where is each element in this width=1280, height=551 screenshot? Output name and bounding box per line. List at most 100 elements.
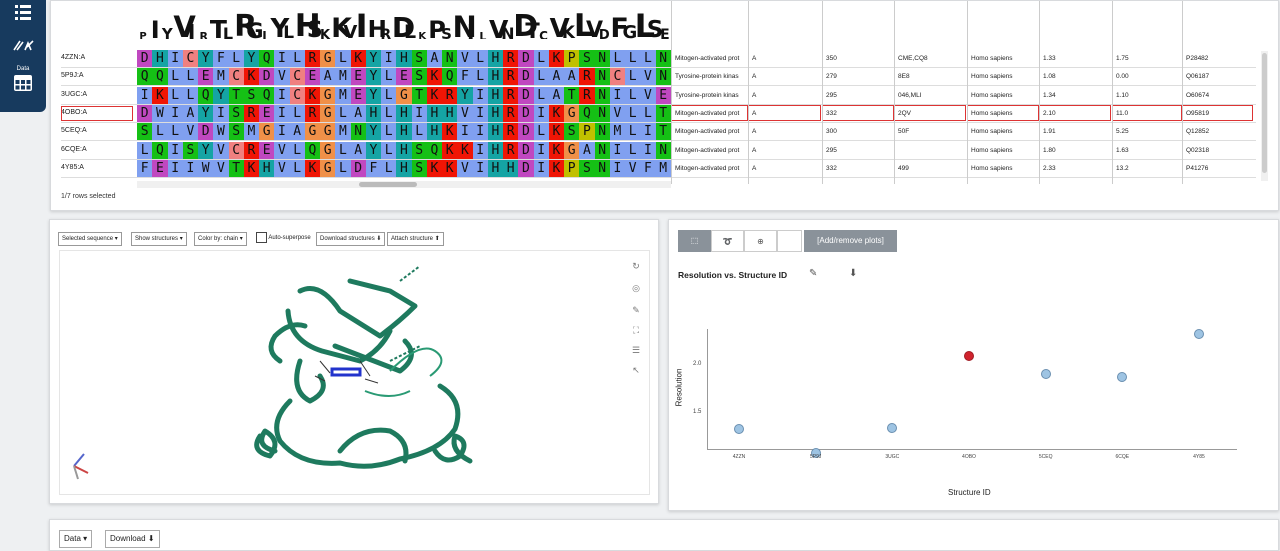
residue: N	[595, 68, 610, 85]
sequence-row[interactable]: IKLLQYTSQICKGMEYLGTKRYIHRDLATRNILVENENRV…	[137, 87, 671, 104]
residue: I	[610, 160, 625, 177]
cell-organism: Homo sapiens	[967, 87, 1039, 104]
sequence-row[interactable]: LQISYVCREVLQGLAYLHSQKKIHRDIKGANILINDAGEV…	[137, 142, 671, 159]
x-tick-label: 4Y85	[1193, 454, 1205, 460]
residue: L	[290, 105, 305, 122]
residue: L	[381, 87, 396, 104]
residue: Y	[457, 87, 472, 104]
residue: F	[137, 160, 152, 177]
residue: K	[549, 142, 564, 159]
residue: E	[259, 105, 274, 122]
tools-icon	[12, 38, 34, 54]
residue: L	[168, 87, 183, 104]
residue: W	[152, 105, 167, 122]
residue: G	[320, 105, 335, 122]
logo-letter: N	[453, 13, 465, 42]
residue: M	[244, 123, 259, 140]
logo-letter: R	[234, 12, 246, 42]
sidebar-data-button[interactable]: Data	[0, 66, 46, 94]
cell-length: 295	[822, 87, 894, 104]
residue: Y	[366, 87, 381, 104]
row-id[interactable]: 4Y85:A	[61, 164, 136, 171]
residue: S	[137, 123, 152, 140]
residue: V	[457, 105, 472, 122]
sequence-row[interactable]: QQLLEMCKDVCEAMEYLESKQFLHRDLAARNCLVNDQGVV…	[137, 68, 671, 85]
color-by-dropdown[interactable]: Color by: chain ▾	[194, 232, 247, 246]
residue: H	[366, 105, 381, 122]
reset-view-icon[interactable]: ↻	[629, 259, 643, 273]
selected-sequence-dropdown[interactable]: Selected sequence ▾	[58, 232, 122, 246]
residue: D	[518, 87, 533, 104]
data-point-4obo[interactable]	[964, 351, 974, 361]
download-icon: ⬇	[376, 236, 381, 242]
residue: N	[351, 123, 366, 140]
download-structures-label: Download structures	[320, 236, 375, 242]
residue: S	[579, 160, 594, 177]
residue: Q	[259, 50, 274, 67]
data-point-5ceq[interactable]	[1041, 369, 1051, 379]
show-structures-dropdown[interactable]: Show structures ▾	[131, 232, 187, 246]
sequence-row[interactable]: DWIAYISREILRGLAHLHIHHVIHRDIKGQNVLLTENAEV…	[137, 105, 671, 122]
data-point-4zzn[interactable]	[734, 424, 744, 434]
cell-protein: Mitogen-activated prot	[671, 160, 748, 177]
residue: K	[427, 87, 442, 104]
sidebar-list-button[interactable]	[0, 3, 46, 23]
row-id[interactable]: 5P9J:A	[61, 72, 136, 79]
fullscreen-icon[interactable]: ⛶	[629, 323, 643, 337]
residue: L	[625, 68, 640, 85]
row-id[interactable]: 5CEQ:A	[61, 127, 136, 134]
pointer-icon[interactable]: ↖	[629, 363, 643, 377]
row-id[interactable]: 6CQE:A	[61, 146, 136, 153]
data-point-4y85[interactable]	[1194, 329, 1204, 339]
residue: Y	[213, 87, 228, 104]
residue: Y	[198, 50, 213, 67]
attach-structure-label: Attach structure	[391, 236, 433, 242]
residue: S	[412, 142, 427, 159]
y-tick-label: 2.0	[693, 361, 701, 367]
residue: W	[198, 160, 213, 177]
residue: V	[274, 68, 289, 85]
residue: E	[152, 160, 167, 177]
column-divider	[671, 1, 672, 184]
data-point-6cqe[interactable]	[1117, 372, 1127, 382]
residue: E	[396, 68, 411, 85]
attach-structure-button[interactable]: Attach structure ⬆	[387, 232, 444, 246]
auto-superpose-checkbox[interactable]: Auto-superpose	[256, 232, 311, 244]
sequence-row[interactable]: DHICYFLYQILRGLKYIHSANVLHRDLKPSNLLLNTTCDL…	[137, 50, 671, 67]
download-button[interactable]: Download ⬇	[105, 530, 160, 548]
column-divider	[748, 1, 749, 184]
selected-row-outline	[61, 106, 133, 121]
cell-ligand: 2QV	[894, 105, 966, 121]
molecule-canvas[interactable]: ↻ ◎ ✎ ⛶ ☰ ↖	[59, 250, 650, 495]
cell-ligand: 50F	[894, 123, 966, 140]
settings-sliders-icon[interactable]: ☰	[629, 343, 643, 357]
data-point-3ugc[interactable]	[887, 423, 897, 433]
wrench-icon[interactable]: ✎	[629, 303, 643, 317]
horizontal-scrollbar[interactable]	[137, 181, 671, 188]
residue: I	[168, 160, 183, 177]
row-id[interactable]: 3UGC:A	[61, 91, 136, 98]
data-dropdown[interactable]: Data ▾	[59, 530, 92, 548]
scatter-plot[interactable]: Resolution Structure ID 4ZZN5P9J3UGC4OBO…	[669, 220, 1278, 510]
residue: L	[625, 142, 640, 159]
logo-letter: F	[610, 15, 622, 42]
cell-ligand: 8E8	[894, 68, 966, 85]
vertical-scrollbar[interactable]	[1261, 51, 1268, 181]
residue: I	[534, 105, 549, 122]
cell-chain: A	[748, 87, 821, 104]
residue: A	[564, 68, 579, 85]
cell-chain: A	[748, 68, 821, 85]
column-divider	[1182, 1, 1183, 184]
sequence-row[interactable]: SLLVDWSMGIAGGMNYLHLHKIIHRDLKSPNMLITYDDVV…	[137, 123, 671, 140]
cell-length: 350	[822, 50, 894, 67]
row-id[interactable]: 4ZZN:A	[61, 54, 136, 61]
y-axis-line	[707, 329, 708, 449]
download-structures-button[interactable]: Download structures ⬇	[316, 232, 385, 246]
sidebar-tools-button[interactable]	[0, 38, 46, 54]
residue: M	[335, 68, 350, 85]
residue: H	[396, 160, 411, 177]
sequence-row[interactable]: FEIIWVTKHVLKGLDFLHSKKVIHHDIKPSNIVFMSTKAV…	[137, 160, 671, 177]
residue: S	[412, 50, 427, 67]
center-icon[interactable]: ◎	[629, 281, 643, 295]
residue: I	[274, 50, 289, 67]
